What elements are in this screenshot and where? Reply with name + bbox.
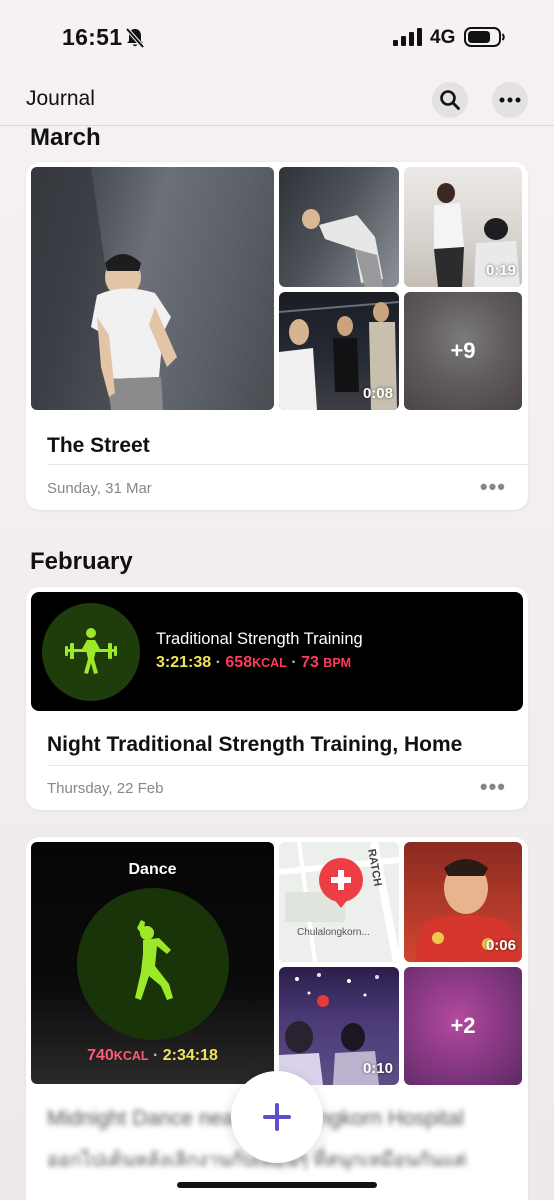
new-entry-button[interactable]: [231, 1071, 323, 1163]
bell-muted-icon: [125, 27, 145, 49]
more-media-tile[interactable]: +9: [404, 292, 522, 410]
home-indicator: [177, 1182, 377, 1188]
entry-title: The Street: [47, 434, 150, 457]
video-duration: 0:19: [485, 262, 516, 279]
workout-duration: 2:34:18: [162, 1047, 218, 1064]
person-photo-art: [302, 209, 383, 287]
map-art: [279, 842, 399, 962]
workout-name: Dance: [128, 861, 177, 878]
divider: [47, 765, 528, 766]
person-photo-art: [31, 167, 177, 410]
workout-icon-circle: [42, 603, 140, 701]
workout-summary-tile[interactable]: Dance 740KCAL · 2:34:18: [31, 842, 274, 1084]
journal-entry-card[interactable]: 0:19 0:08 +9 The Street Sunday, 31 Mar •…: [26, 162, 528, 510]
workout-calories: 658: [225, 654, 253, 671]
workout-stats: 740KCAL · 2:34:18: [31, 1047, 274, 1065]
clock: 16:51: [62, 24, 123, 50]
heart-rate-unit: BPM: [323, 656, 352, 670]
separator: ·: [152, 1047, 159, 1064]
workout-icon-circle: [77, 888, 229, 1040]
photo-thumbnail[interactable]: [31, 167, 274, 410]
workout-duration: 3:21:38: [156, 654, 212, 671]
status-bar: 16:51 4G: [0, 0, 554, 70]
entry-date: Sunday, 31 Mar: [47, 480, 152, 497]
dance-icon: [135, 920, 173, 1000]
page-title: Journal: [26, 87, 95, 110]
strength-training-icon: [65, 628, 117, 674]
video-duration: 0:06: [485, 937, 516, 954]
nav-bar: Journal: [0, 70, 554, 126]
calories-unit: KCAL: [252, 656, 287, 670]
entry-date: Thursday, 22 Feb: [47, 780, 164, 797]
workout-summary[interactable]: Traditional Strength Training 3:21:38 · …: [31, 592, 523, 711]
calories-unit: KCAL: [113, 1049, 149, 1063]
location-map-thumbnail[interactable]: RATCH Chulalongkorn...: [279, 842, 399, 962]
workout-heart-rate: 73: [301, 654, 319, 671]
more-media-count: +2: [450, 1013, 476, 1038]
plus-icon: [263, 1103, 291, 1131]
video-duration: 0:10: [362, 1060, 393, 1077]
workout-calories: 740: [87, 1047, 114, 1064]
more-media-count: +9: [450, 338, 476, 363]
video-thumbnail[interactable]: 0:19: [404, 167, 522, 287]
entry-more-button[interactable]: •••: [480, 774, 506, 800]
section-header-february: February: [30, 548, 133, 575]
divider: [47, 464, 528, 465]
ellipsis-icon: [499, 97, 521, 103]
journal-entry-card[interactable]: Traditional Strength Training 3:21:38 · …: [26, 587, 528, 810]
entry-title: Night Traditional Strength Training, Hom…: [47, 733, 463, 756]
battery-icon: [464, 27, 505, 47]
workout-name: Traditional Strength Training: [156, 630, 363, 648]
separator: ·: [215, 654, 221, 671]
video-thumbnail[interactable]: 0:06: [404, 842, 522, 962]
section-header-march: March: [30, 124, 101, 151]
entry-more-button[interactable]: •••: [480, 474, 506, 500]
network-type: 4G: [430, 27, 456, 48]
map-place-label: Chulalongkorn...: [297, 927, 370, 938]
video-thumbnail[interactable]: 0:10: [279, 967, 399, 1085]
workout-stats: 3:21:38 · 658KCAL · 73 BPM: [156, 654, 351, 672]
separator: ·: [291, 654, 297, 671]
more-options-button[interactable]: [492, 82, 528, 118]
more-media-tile[interactable]: +2: [404, 967, 522, 1085]
search-icon: [440, 90, 460, 110]
video-duration: 0:08: [362, 385, 393, 402]
video-thumbnail[interactable]: 0:08: [279, 292, 399, 410]
cellular-signal-icon: [393, 28, 422, 46]
search-button[interactable]: [432, 82, 468, 118]
photo-thumbnail[interactable]: [279, 167, 399, 287]
